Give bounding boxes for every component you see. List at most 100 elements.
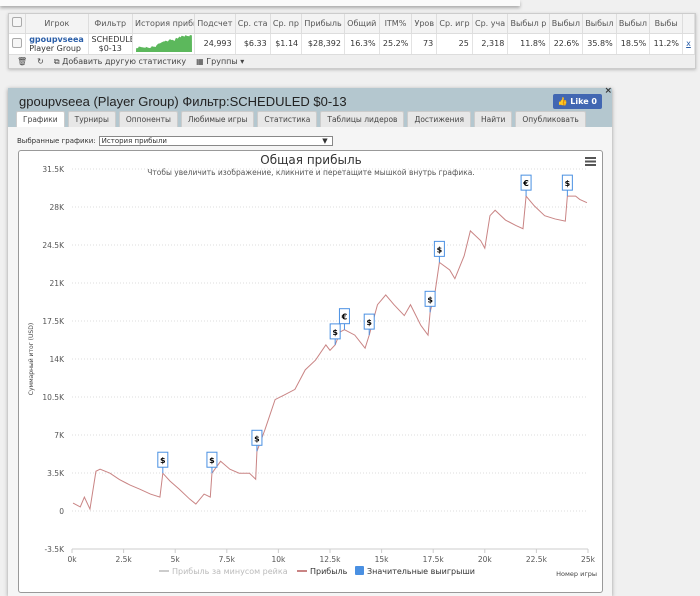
x-tick-label: 2.5k [115,555,132,564]
close-icon[interactable]: × [604,86,612,96]
grid-header-row: Игрок Фильтр История прибы Подсчет Ср. ста Ср… [9,14,695,33]
groups-dropdown[interactable]: ▦ Группы ▾ [196,57,244,66]
hamburger-menu-icon[interactable] [585,157,596,166]
tab-0[interactable]: Графики [16,111,65,127]
marker-symbol: $ [437,245,443,254]
x-tick-label: 17.5k [423,555,445,564]
previous-panel-edge [0,0,520,6]
column-header[interactable]: Выбыл [549,14,584,33]
column-header[interactable]: Выбыл [616,14,651,33]
cell-value: 11.2% [649,32,683,54]
y-tick-label: 28K [50,203,66,212]
column-header[interactable]: Ср. ста [235,14,271,33]
y-tick-label: 21K [50,279,66,288]
x-tick-label: 10k [271,555,286,564]
tab-5[interactable]: Таблицы лидеров [320,111,405,127]
cell-value: 16.3% [344,32,380,54]
marker-symbol: $ [332,328,338,337]
column-header[interactable]: Фильтр [88,14,133,33]
column-header[interactable]: Прибыль [301,14,345,33]
cell-value: 73 [411,32,438,54]
tab-1[interactable]: Турниры [67,111,116,127]
chart-title: Общая прибыль [260,153,361,167]
y-tick-label: 17.5K [42,317,65,326]
cell-value: 35.8% [582,32,617,54]
tab-8[interactable]: Опубликовать [515,111,586,127]
y-tick-label: -3.5K [44,545,65,554]
sparkline-area [136,34,192,52]
player-group: Player Group [29,43,81,53]
cell-value: 18.5% [616,32,651,54]
facebook-like-button[interactable]: 👍 Like 0 [552,94,602,109]
x-tick-label: 22.5k [526,555,548,564]
add-stat-button[interactable]: ⧉ Добавить другую статистику [54,57,186,67]
thumbs-up-icon: 👍 [557,97,568,106]
tab-7[interactable]: Найти [473,111,513,127]
profit-sparkline [132,32,195,54]
column-header[interactable]: Игрок [25,14,89,33]
legend-item-wins[interactable]: Значительные выигрыши [367,567,475,576]
cell-value: 22.6% [549,32,584,54]
marker-symbol: $ [160,456,166,465]
refresh-icon[interactable]: ↻ [37,57,44,66]
filter-range: $0-13 [98,43,122,53]
column-header[interactable]: Уров [411,14,438,33]
grid-toolbar: 🗑 ↻ ⧉ Добавить другую статистику ▦ Групп… [9,54,695,68]
trash-icon[interactable]: 🗑 [17,57,27,66]
column-header[interactable]: Ср. уча [472,14,509,33]
y-tick-label: 10.5K [42,393,65,402]
profit-chart[interactable]: Общая прибыль Чтобы увеличить изображение… [18,150,603,593]
column-header[interactable]: Общий [344,14,380,33]
column-header[interactable]: История прибы [132,14,195,33]
x-tick-label: 5k [171,555,181,564]
marker-symbol: € [522,179,529,188]
dropdown-arrow-icon: ▼ [322,137,328,145]
column-header[interactable]: Ср. игр [436,14,473,33]
profit-line [72,194,588,511]
tab-6[interactable]: Достижения [407,111,471,127]
stats-grid: Игрок Фильтр История прибы Подсчет Ср. ста Ср… [8,13,696,69]
player-panel: gpoupvseea (Player Group) Фильтр:SCHEDUL… [8,86,612,596]
filter-name: SCHEDULEI [91,34,132,44]
remove-row-link[interactable]: x [686,39,691,48]
table-row: gpoupvseeaPlayer Group SCHEDULEI$0-13 24… [9,32,695,54]
chart-select[interactable]: История прибыли ▼ [98,136,333,146]
legend-item-profit[interactable]: Прибыль [310,567,348,576]
column-header[interactable]: Выбыл р [507,14,550,33]
x-axis-label: Номер игры [556,570,597,578]
cell-value: 25 [436,32,473,54]
y-tick-label: 24.5K [42,241,65,250]
tab-3[interactable]: Любимые игры [180,111,255,127]
y-tick-label: 0 [59,507,64,516]
cell-value: $1.14 [270,32,303,54]
player-link[interactable]: gpoupvseea [29,35,84,44]
x-tick-label: 20k [478,555,493,564]
column-header[interactable]: ITM% [379,14,413,33]
marker-symbol: $ [366,318,372,327]
cell-value: $6.33 [235,32,271,54]
tab-2[interactable]: Оппоненты [118,111,178,127]
y-tick-label: 7K [54,431,65,440]
cell-value: $28,392 [301,32,345,54]
marker-symbol: € [341,313,348,322]
panel-title: gpoupvseea (Player Group) Фильтр:SCHEDUL… [19,94,347,109]
x-tick-label: 0k [67,555,77,564]
x-tick-label: 12.5k [319,555,341,564]
cell-value: 2,318 [472,32,509,54]
column-header[interactable]: Подсчет [194,14,236,33]
y-tick-label: 14K [50,355,66,364]
column-header[interactable]: Ср. пр [270,14,303,33]
y-axis-label: Суммарный итог (USD) [28,323,35,395]
cell-value: 24,993 [194,32,236,54]
x-tick-label: 15k [375,555,390,564]
legend-item-net[interactable]: Прибыль за минусом рейка [172,567,288,576]
select-all-checkbox[interactable] [9,14,27,33]
column-header[interactable]: Выбыл [582,14,617,33]
cell-value: 25.2% [379,32,413,54]
chart-subtitle: Чтобы увеличить изображение, кликните и … [147,168,475,177]
row-checkbox[interactable] [9,32,27,54]
tab-4[interactable]: Статистика [257,111,318,127]
column-header[interactable]: Выбы [649,14,683,33]
x-tick-label: 7.5k [219,555,236,564]
selected-charts-label: Выбранные графики: [17,137,96,145]
